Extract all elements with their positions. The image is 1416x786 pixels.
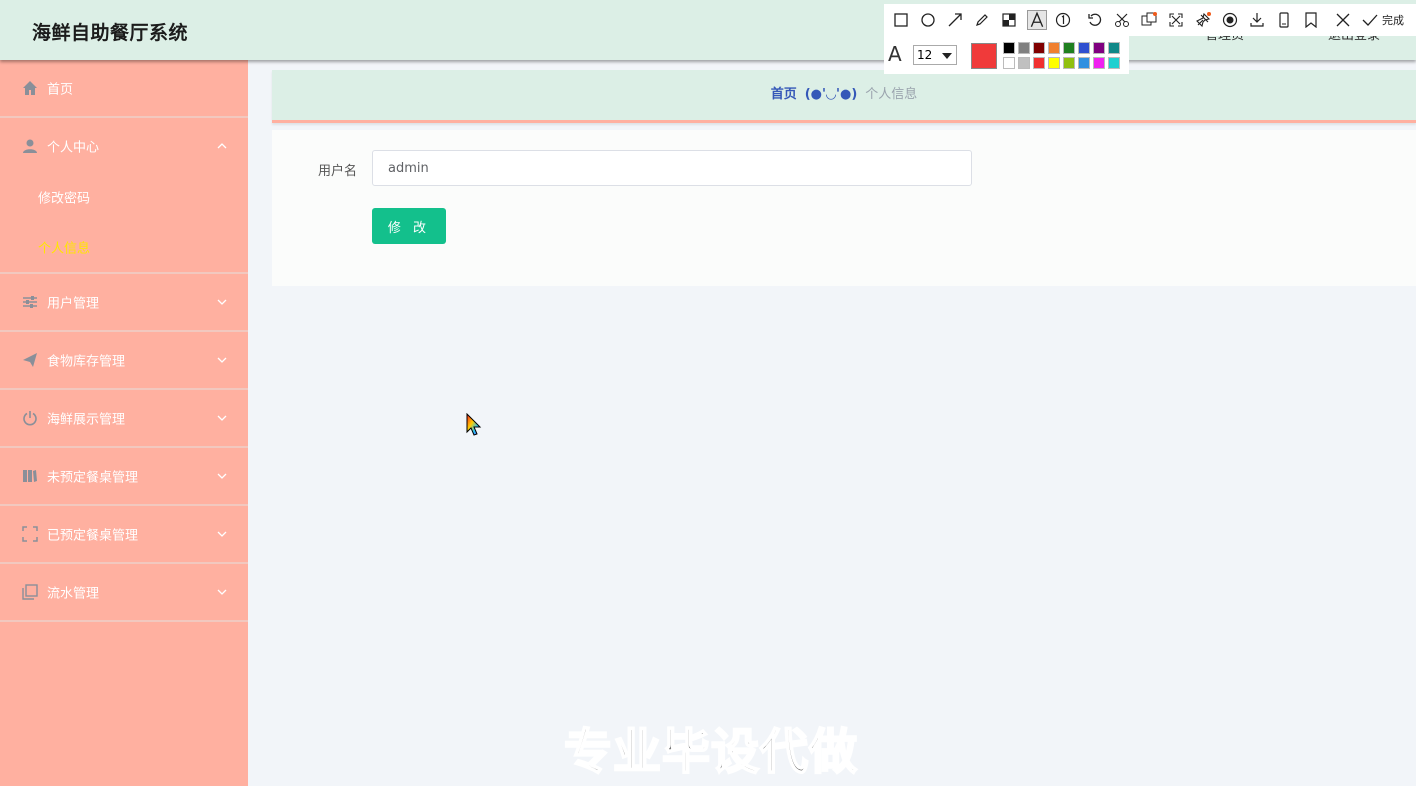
sidebar-subitem-label: 修改密码 (38, 191, 91, 207)
app-title: 海鲜自助餐厅系统 (32, 22, 189, 44)
sidebar-item-seafood-display[interactable]: 海鲜展示管理 (0, 390, 248, 448)
fullscreen-icon (22, 526, 38, 542)
sidebar-item-food-inventory[interactable]: 食物库存管理 (0, 332, 248, 390)
color-swatch[interactable] (1063, 42, 1075, 54)
sidebar-subitem-personal-info[interactable]: 个人信息 (0, 222, 248, 274)
chevron-down-icon (217, 473, 227, 479)
font-size-select[interactable]: 12 (913, 45, 957, 65)
power-icon (23, 411, 37, 426)
sidebar-item-label: 首页 (47, 82, 74, 98)
watermark-text: 专业毕设代做 (563, 723, 859, 781)
phone-icon[interactable] (1276, 12, 1292, 28)
color-swatch[interactable] (1003, 42, 1015, 54)
chevron-up-icon (217, 143, 227, 149)
breadcrumb-home[interactable]: 首页 (771, 87, 797, 102)
sidebar-subitem-change-password[interactable]: 修改密码 (0, 172, 248, 222)
chevron-down-icon (217, 415, 227, 421)
user-icon (23, 139, 37, 153)
color-swatch[interactable] (1003, 57, 1015, 69)
send-icon (23, 353, 37, 367)
sidebar-item-label: 未预定餐桌管理 (47, 470, 139, 486)
expand-icon[interactable] (1168, 12, 1184, 28)
color-swatch[interactable] (1048, 42, 1060, 54)
sidebar-item-home[interactable]: 首页 (0, 60, 248, 118)
color-swatch[interactable] (1048, 57, 1060, 69)
profile-form-panel: 用户名 修 改 (272, 130, 1416, 286)
text-style-panel: A 12 (884, 36, 1129, 74)
pin-icon[interactable] (1195, 12, 1211, 28)
close-icon[interactable] (1335, 12, 1351, 28)
breadcrumb-separator: (●'◡'●) (804, 87, 858, 102)
sidebar: 首页 个人中心 修改密码 个人信息 用户管理 食物库存管理 海鲜展示管理 未预定… (0, 60, 248, 786)
sidebar-item-user-management[interactable]: 用户管理 (0, 274, 248, 332)
sidebar-item-label: 用户管理 (47, 296, 100, 312)
breadcrumb-current: 个人信息 (865, 87, 918, 102)
mouse-cursor-icon (466, 413, 482, 436)
color-swatch[interactable] (1033, 57, 1045, 69)
color-swatch[interactable] (1018, 57, 1030, 69)
breadcrumb: 首页 (●'◡'●) 个人信息 (272, 70, 1416, 123)
color-swatch[interactable] (1093, 42, 1105, 54)
color-swatch[interactable] (1063, 57, 1075, 69)
copy-icon (22, 584, 38, 600)
sidebar-item-transactions[interactable]: 流水管理 (0, 564, 248, 622)
rectangle-tool-icon[interactable] (893, 12, 909, 28)
username-input[interactable] (372, 150, 972, 186)
pencil-tool-icon[interactable] (974, 12, 990, 28)
undo-icon[interactable] (1087, 12, 1103, 28)
chevron-down-icon (217, 299, 227, 305)
chevron-down-icon (217, 531, 227, 537)
mosaic-tool-icon[interactable] (1001, 12, 1017, 28)
screenshot-toolbar: 完成 (884, 4, 1416, 36)
sidebar-item-personal-center[interactable]: 个人中心 (0, 118, 248, 174)
done-button[interactable]: 完成 (1382, 12, 1404, 28)
sidebar-subitem-label: 个人信息 (38, 241, 91, 257)
sidebar-item-label: 流水管理 (47, 586, 100, 602)
download-icon[interactable] (1249, 12, 1265, 28)
sliders-icon (23, 296, 37, 308)
color-swatch[interactable] (1108, 42, 1120, 54)
color-swatch[interactable] (1033, 42, 1045, 54)
font-icon: A (888, 42, 902, 66)
arrow-tool-icon[interactable] (947, 12, 963, 28)
sidebar-item-label: 个人中心 (47, 140, 100, 156)
sidebar-item-label: 海鲜展示管理 (47, 412, 126, 428)
cut-icon[interactable] (1114, 12, 1130, 28)
sidebar-item-label: 已预定餐桌管理 (47, 528, 139, 544)
sidebar-item-unbooked-tables[interactable]: 未预定餐桌管理 (0, 448, 248, 506)
bookmark-icon[interactable] (1303, 12, 1319, 28)
current-color-swatch[interactable] (971, 43, 997, 69)
modify-button[interactable]: 修 改 (372, 208, 446, 244)
ocr-icon[interactable] (1141, 12, 1157, 28)
color-swatch[interactable] (1093, 57, 1105, 69)
home-icon (23, 81, 37, 95)
record-icon[interactable] (1222, 12, 1238, 28)
sidebar-item-label: 食物库存管理 (47, 354, 126, 370)
username-label: 用户名 (318, 164, 358, 179)
book-icon (23, 470, 37, 482)
chevron-down-icon (217, 589, 227, 595)
check-icon[interactable] (1362, 12, 1378, 28)
chevron-down-icon (217, 357, 227, 363)
color-swatch[interactable] (1108, 57, 1120, 69)
font-size-value: 12 (917, 48, 933, 62)
text-tool-icon[interactable] (1027, 10, 1047, 30)
color-swatch[interactable] (1078, 57, 1090, 69)
color-swatch[interactable] (1078, 42, 1090, 54)
sidebar-item-booked-tables[interactable]: 已预定餐桌管理 (0, 506, 248, 564)
dropdown-arrow-icon (942, 53, 952, 59)
number-tool-icon[interactable] (1055, 12, 1071, 28)
color-swatch[interactable] (1018, 42, 1030, 54)
ellipse-tool-icon[interactable] (920, 12, 936, 28)
